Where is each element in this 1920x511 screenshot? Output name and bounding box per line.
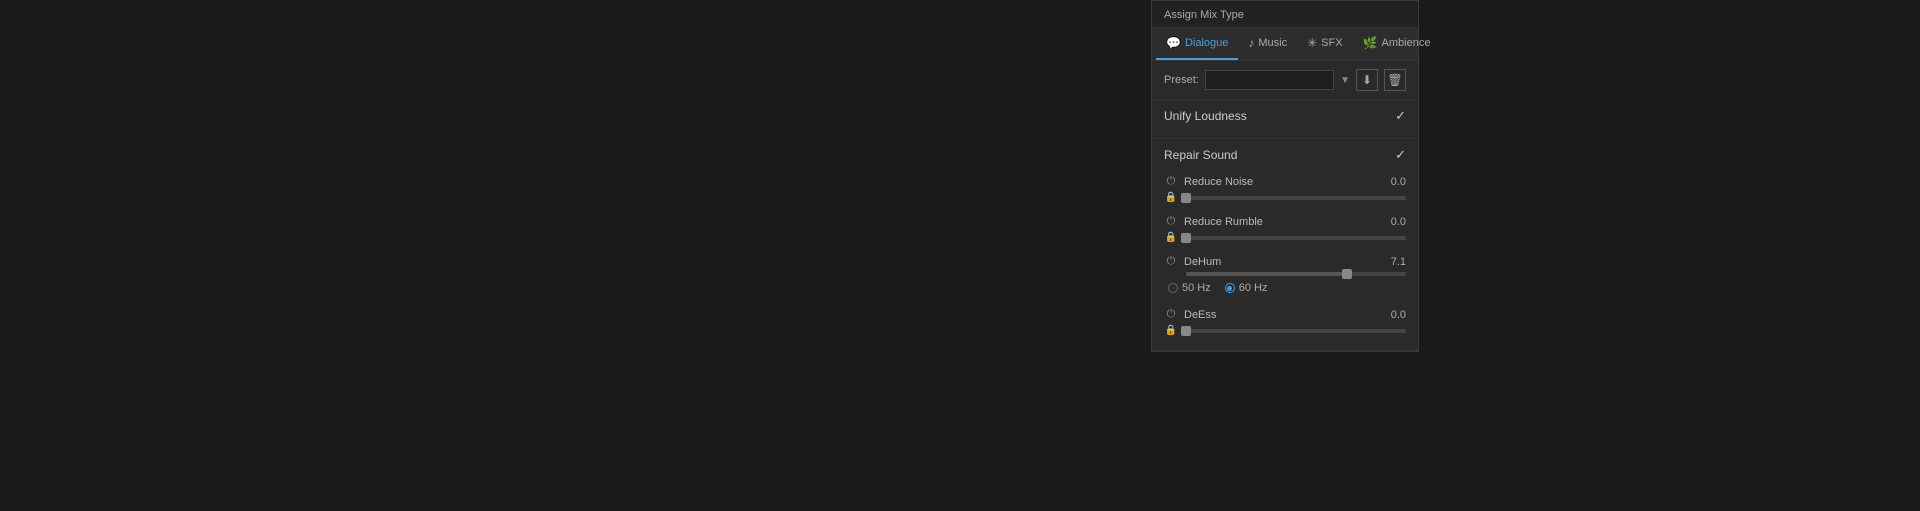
dehum-row: ⏻ DeHum 7.1 <box>1164 255 1406 268</box>
dehum-50hz-radio[interactable] <box>1168 283 1178 293</box>
dialogue-icon: 💬 <box>1166 36 1181 50</box>
preset-select[interactable] <box>1205 70 1334 90</box>
reduce-noise-power-icon[interactable]: ⏻ <box>1164 175 1178 188</box>
tab-dialogue-label: Dialogue <box>1185 37 1228 49</box>
reduce-noise-row: ⏻ Reduce Noise 0.0 <box>1164 175 1406 188</box>
tab-music-label: Music <box>1258 37 1287 49</box>
tab-sfx[interactable]: ✳ SFX <box>1297 28 1352 60</box>
dehum-50hz-option[interactable]: 50 Hz <box>1168 282 1211 294</box>
tab-ambience-label: Ambience <box>1382 37 1431 49</box>
tabs-bar: 💬 Dialogue ♪ Music ✳ SFX 🌿 Ambience <box>1152 28 1418 61</box>
dehum-power-icon[interactable]: ⏻ <box>1164 255 1178 268</box>
dehum-radio-row: 50 Hz 60 Hz <box>1164 276 1406 296</box>
reduce-noise-group: ⏻ Reduce Noise 0.0 🔒 <box>1164 169 1406 209</box>
deess-slider[interactable] <box>1186 329 1406 333</box>
tab-music[interactable]: ♪ Music <box>1238 28 1297 60</box>
reduce-noise-value: 0.0 <box>1378 176 1406 188</box>
reduce-rumble-power-icon[interactable]: ⏻ <box>1164 215 1178 228</box>
deess-group: ⏻ DeEss 0.0 🔒 <box>1164 302 1406 342</box>
dehum-60hz-option[interactable]: 60 Hz <box>1225 282 1268 294</box>
reduce-noise-label: Reduce Noise <box>1184 176 1372 188</box>
dehum-60hz-label: 60 Hz <box>1239 282 1268 294</box>
preset-save-button[interactable]: ⬇ <box>1356 69 1378 91</box>
unify-loudness-section: Unify Loudness ✓ <box>1152 100 1418 139</box>
dehum-label: DeHum <box>1184 256 1372 268</box>
assign-mix-panel: Assign Mix Type 💬 Dialogue ♪ Music ✳ SFX… <box>1151 0 1419 352</box>
unify-loudness-check[interactable]: ✓ <box>1395 108 1406 124</box>
reduce-rumble-label: Reduce Rumble <box>1184 216 1372 228</box>
unify-loudness-title: Unify Loudness <box>1164 109 1247 123</box>
repair-sound-section: Repair Sound ✓ ⏻ Reduce Noise 0.0 🔒 ⏻ <box>1152 139 1418 351</box>
tab-ambience[interactable]: 🌿 Ambience <box>1353 28 1441 60</box>
deess-label: DeEss <box>1184 309 1372 321</box>
reduce-noise-slider-row: 🔒 <box>1164 192 1406 203</box>
deess-power-icon[interactable]: ⏻ <box>1164 308 1178 321</box>
ambience-icon: 🌿 <box>1363 36 1378 50</box>
reduce-rumble-lock-icon[interactable]: 🔒 <box>1164 232 1178 243</box>
preset-dropdown-icon[interactable]: ▼ <box>1340 75 1350 86</box>
preset-row: Preset: ▼ ⬇ 🗑 <box>1152 61 1418 100</box>
music-icon: ♪ <box>1248 36 1254 50</box>
dehum-60hz-radio[interactable] <box>1225 283 1235 293</box>
tab-sfx-label: SFX <box>1321 37 1342 49</box>
tab-dialogue[interactable]: 💬 Dialogue <box>1156 28 1238 60</box>
reduce-rumble-slider[interactable] <box>1186 236 1406 240</box>
reduce-noise-lock-icon[interactable]: 🔒 <box>1164 192 1178 203</box>
reduce-rumble-slider-row: 🔒 <box>1164 232 1406 243</box>
preset-label: Preset: <box>1164 74 1199 86</box>
reduce-noise-slider[interactable] <box>1186 196 1406 200</box>
dehum-value: 7.1 <box>1378 256 1406 268</box>
deess-slider-row: 🔒 <box>1164 325 1406 336</box>
dehum-slider-row <box>1164 272 1406 276</box>
deess-row: ⏻ DeEss 0.0 <box>1164 308 1406 321</box>
deess-value: 0.0 <box>1378 309 1406 321</box>
sfx-icon: ✳ <box>1307 36 1317 50</box>
reduce-rumble-value: 0.0 <box>1378 216 1406 228</box>
deess-lock-icon[interactable]: 🔒 <box>1164 325 1178 336</box>
dehum-50hz-label: 50 Hz <box>1182 282 1211 294</box>
dehum-slider[interactable] <box>1186 272 1406 276</box>
reduce-rumble-row: ⏻ Reduce Rumble 0.0 <box>1164 215 1406 228</box>
preset-delete-button[interactable]: 🗑 <box>1384 69 1406 91</box>
repair-sound-title: Repair Sound <box>1164 148 1237 162</box>
panel-title: Assign Mix Type <box>1152 1 1418 28</box>
dehum-60hz-dot <box>1227 286 1232 291</box>
reduce-rumble-group: ⏻ Reduce Rumble 0.0 🔒 <box>1164 209 1406 249</box>
repair-sound-header: Repair Sound ✓ <box>1164 147 1406 163</box>
dehum-group: ⏻ DeHum 7.1 50 Hz <box>1164 249 1406 302</box>
repair-sound-check[interactable]: ✓ <box>1395 147 1406 163</box>
unify-loudness-header: Unify Loudness ✓ <box>1164 108 1406 124</box>
